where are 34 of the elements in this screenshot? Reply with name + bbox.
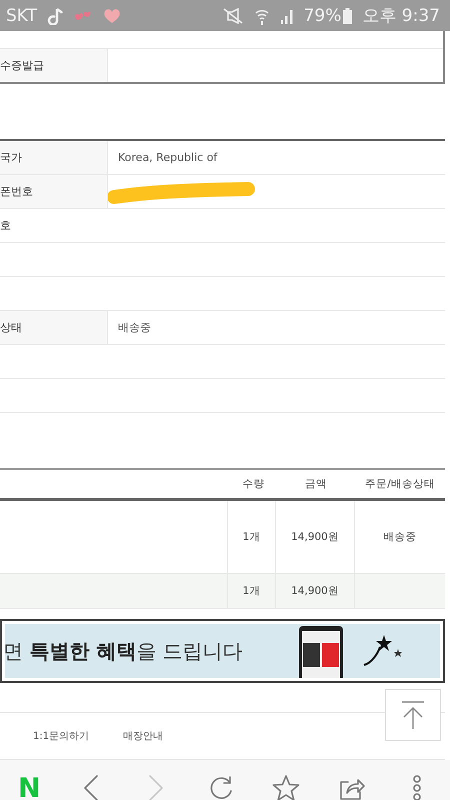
star-icon [272, 774, 300, 800]
field-label: 상태 [0, 320, 22, 335]
battery-icon [343, 8, 352, 24]
chevron-icon [148, 774, 164, 800]
table-cell: 1개 [242, 530, 260, 544]
more-icon [412, 774, 422, 800]
banner-text: 면 특별한 혜택을 드립니다 [5, 638, 243, 664]
field-label: 수증발급 [0, 58, 44, 73]
table-cell: 14,900원 [291, 530, 339, 544]
field-label: 국가 [0, 150, 22, 165]
total-amount: 14,900원 [291, 584, 339, 598]
field-label: 호 [0, 218, 11, 233]
heart-icon [103, 8, 122, 24]
footer-link[interactable]: 1:1문의하기 [33, 729, 90, 743]
phone-drawing [298, 625, 344, 678]
arrow-up-icon [400, 700, 426, 730]
total-quantity: 1개 [242, 584, 260, 598]
column-header: 수량 [242, 477, 264, 491]
clock-time: 오후 9:37 [362, 5, 440, 27]
mute-icon [222, 8, 244, 24]
field-value: Korea, Republic of [118, 151, 218, 164]
table-cell: 배송중 [384, 530, 416, 544]
column-header: 주문/배송상태 [365, 477, 435, 491]
field-label: 폰번호 [0, 184, 33, 199]
column-header: 금액 [305, 477, 327, 491]
battery-percentage: 79% [304, 6, 342, 26]
field-value: 배송중 [118, 320, 151, 335]
music-note-icon [47, 6, 64, 24]
scroll-top-button[interactable] [385, 689, 441, 741]
promo-banner[interactable]: 면 특별한 혜택을 드립니다 [0, 619, 445, 683]
footer-link[interactable]: 매장안내 [123, 729, 164, 743]
chevron-icon [82, 774, 99, 800]
carrier-name: SKT [6, 6, 38, 26]
signal-icon [280, 8, 294, 24]
